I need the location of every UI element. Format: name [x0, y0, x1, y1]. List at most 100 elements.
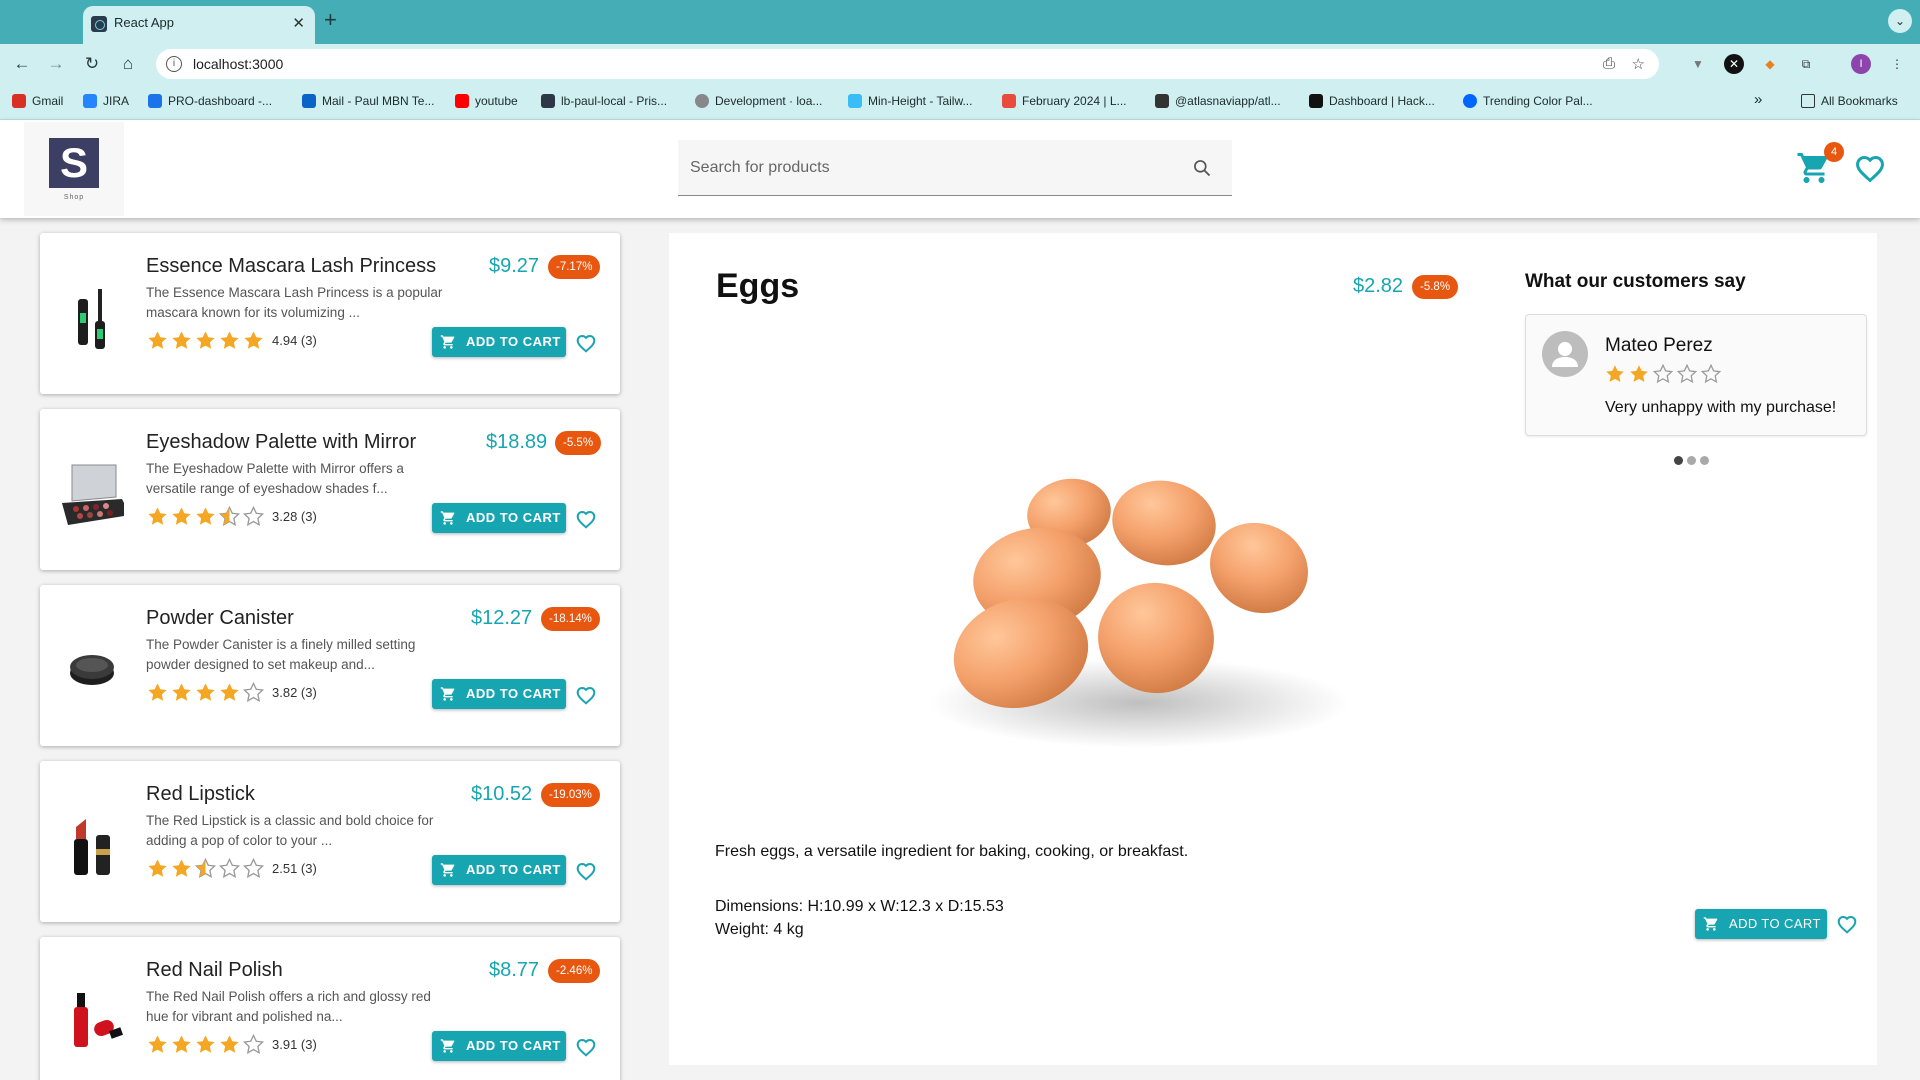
description-line: The Red Nail Polish offers a rich and gl… — [146, 989, 431, 1004]
heart-icon[interactable] — [574, 1035, 598, 1059]
detail-description: Fresh eggs, a versatile ingredient for b… — [715, 843, 1189, 860]
bookmark-gmail[interactable]: Gmail — [12, 94, 63, 108]
new-tab-button[interactable]: + — [324, 8, 337, 32]
add-to-cart-button[interactable]: ADD TO CART — [432, 1031, 566, 1061]
heart-icon[interactable] — [574, 859, 598, 883]
search-icon[interactable] — [1192, 158, 1212, 178]
product-card[interactable]: Eyeshadow Palette with Mirror $18.89 -5.… — [40, 409, 620, 570]
bookmark-mail[interactable]: Mail - Paul MBN Te... — [302, 94, 434, 108]
vuejs-devtools-extension-icon[interactable]: ▼ — [1688, 54, 1708, 74]
star-empty-icon — [218, 857, 241, 879]
search-input[interactable] — [678, 140, 1178, 195]
star-filled-icon — [196, 507, 215, 525]
bookmark-coolors[interactable]: Trending Color Pal... — [1463, 94, 1593, 108]
product-description: The Powder Canister is a finely milled s… — [146, 635, 466, 675]
star-half-icon — [218, 505, 241, 527]
eggs-product-image — [929, 478, 1349, 748]
product-card[interactable]: Essence Mascara Lash Princess $9.27 -7.1… — [40, 233, 620, 394]
carousel-dot[interactable] — [1687, 456, 1696, 465]
more-bookmarks-chevron-icon[interactable]: » — [1754, 91, 1762, 108]
wishlist-heart-icon[interactable] — [1852, 150, 1888, 186]
heart-icon[interactable] — [574, 507, 598, 531]
star-filled-icon — [172, 331, 191, 349]
bookmark-jira[interactable]: JIRA — [83, 94, 129, 108]
dashboard-icon — [148, 94, 162, 108]
tab-search-chevron-icon[interactable]: ⌄ — [1888, 9, 1912, 33]
description-line: The Red Lipstick is a classic and bold c… — [146, 813, 434, 828]
product-card[interactable]: Powder Canister $12.27 -18.14% The Powde… — [40, 585, 620, 746]
product-card[interactable]: Red Nail Polish $8.77 -2.46% The Red Nai… — [40, 937, 620, 1080]
tab-close-icon[interactable]: ✕ — [292, 14, 305, 32]
star-rating — [146, 329, 266, 353]
react-favicon-icon — [91, 16, 107, 32]
bookmark-star-icon[interactable]: ☆ — [1632, 55, 1645, 73]
add-to-cart-button[interactable]: ADD TO CART — [432, 327, 566, 357]
description-line: mascara known for its volumizing ... — [146, 305, 360, 320]
extensions-puzzle-icon[interactable]: ⧉ — [1796, 54, 1816, 74]
product-title[interactable]: Red Nail Polish — [146, 959, 283, 982]
star-filled-icon — [196, 331, 215, 349]
product-description: The Essence Mascara Lash Princess is a p… — [146, 283, 466, 323]
product-title[interactable]: Powder Canister — [146, 607, 294, 630]
bookmark-development[interactable]: Development · loa... — [695, 94, 822, 108]
add-to-cart-button[interactable]: ADD TO CART — [432, 503, 566, 533]
description-line: hue for vibrant and polished na... — [146, 1009, 343, 1024]
product-title[interactable]: Essence Mascara Lash Princess — [146, 255, 436, 278]
url-text[interactable]: localhost:3000 — [193, 56, 283, 72]
x-extension-icon[interactable]: ✕ — [1724, 54, 1744, 74]
bookmark-youtube[interactable]: youtube — [455, 94, 518, 108]
star-rating — [146, 681, 266, 705]
add-to-cart-button[interactable]: ADD TO CART — [432, 679, 566, 709]
bookmark-hackerrank[interactable]: Dashboard | Hack... — [1309, 94, 1435, 108]
detail-heart-icon[interactable] — [1835, 912, 1859, 936]
shop-logo[interactable]: S Shop — [24, 122, 124, 216]
home-icon[interactable]: ⌂ — [116, 52, 140, 76]
forward-arrow-icon[interactable]: → — [44, 52, 68, 76]
detail-title: Eggs — [716, 267, 800, 305]
reload-icon[interactable]: ↻ — [80, 52, 104, 76]
discount-badge: -7.17% — [548, 255, 601, 279]
product-title[interactable]: Eyeshadow Palette with Mirror — [146, 431, 416, 454]
gmail-icon — [12, 94, 26, 108]
bookmark-calendar[interactable]: February 2024 | L... — [1002, 94, 1127, 108]
reviewer-avatar-icon — [1542, 331, 1588, 377]
cart-icon — [440, 687, 455, 701]
cart-icon — [440, 863, 455, 877]
all-bookmarks[interactable]: All Bookmarks — [1801, 94, 1898, 108]
bookmark-tailwind[interactable]: Min-Height - Tailw... — [848, 94, 972, 108]
browser-menu-icon[interactable]: ⋮ — [1887, 54, 1907, 74]
back-arrow-icon[interactable]: ← — [10, 52, 34, 76]
star-filled-icon — [1630, 365, 1648, 382]
address-bar[interactable]: i localhost:3000 ⎙ ☆ — [156, 49, 1659, 79]
nail-polish-thumbnail — [74, 993, 124, 1047]
discount-badge: -2.46% — [548, 959, 601, 983]
star-rating — [146, 505, 266, 529]
bookmark-prisma[interactable]: lb-paul-local - Pris... — [541, 94, 667, 108]
profile-avatar[interactable]: I — [1851, 54, 1871, 74]
metamask-extension-icon[interactable]: ◆ — [1760, 54, 1780, 74]
bookmark-atlas[interactable]: @atlasnaviapp/atl... — [1155, 94, 1281, 108]
heart-icon[interactable] — [574, 331, 598, 355]
heart-icon[interactable] — [574, 683, 598, 707]
carousel-dot[interactable] — [1674, 456, 1683, 465]
star-filled-icon — [220, 683, 239, 701]
carousel-dot[interactable] — [1700, 456, 1709, 465]
product-card[interactable]: Red Lipstick $10.52 -19.03% The Red Lips… — [40, 761, 620, 922]
atlas-icon — [1155, 94, 1169, 108]
browser-tab[interactable]: React App ✕ — [83, 6, 315, 44]
lipstick-thumbnail — [74, 819, 110, 875]
rating-text: 3.91 (3) — [272, 1037, 317, 1052]
cart-icon — [440, 1039, 455, 1053]
product-title[interactable]: Red Lipstick — [146, 783, 255, 806]
star-half-icon — [194, 857, 217, 879]
star-filled-icon — [220, 1035, 239, 1053]
add-to-cart-button[interactable]: ADD TO CART — [432, 855, 566, 885]
bookmark-pro-dashboard[interactable]: PRO-dashboard -... — [148, 94, 272, 108]
bookmarks-bar: Gmail JIRA PRO-dashboard -... Mail - Pau… — [0, 84, 1920, 120]
detail-add-to-cart-button[interactable]: ADD TO CART — [1695, 909, 1827, 939]
discount-badge: -5.5% — [555, 431, 602, 455]
detail-price: $2.82 — [1353, 275, 1404, 297]
logo-subtitle: Shop — [63, 194, 85, 201]
site-info-icon[interactable]: i — [166, 56, 182, 72]
install-app-icon[interactable]: ⎙ — [1603, 55, 1615, 72]
